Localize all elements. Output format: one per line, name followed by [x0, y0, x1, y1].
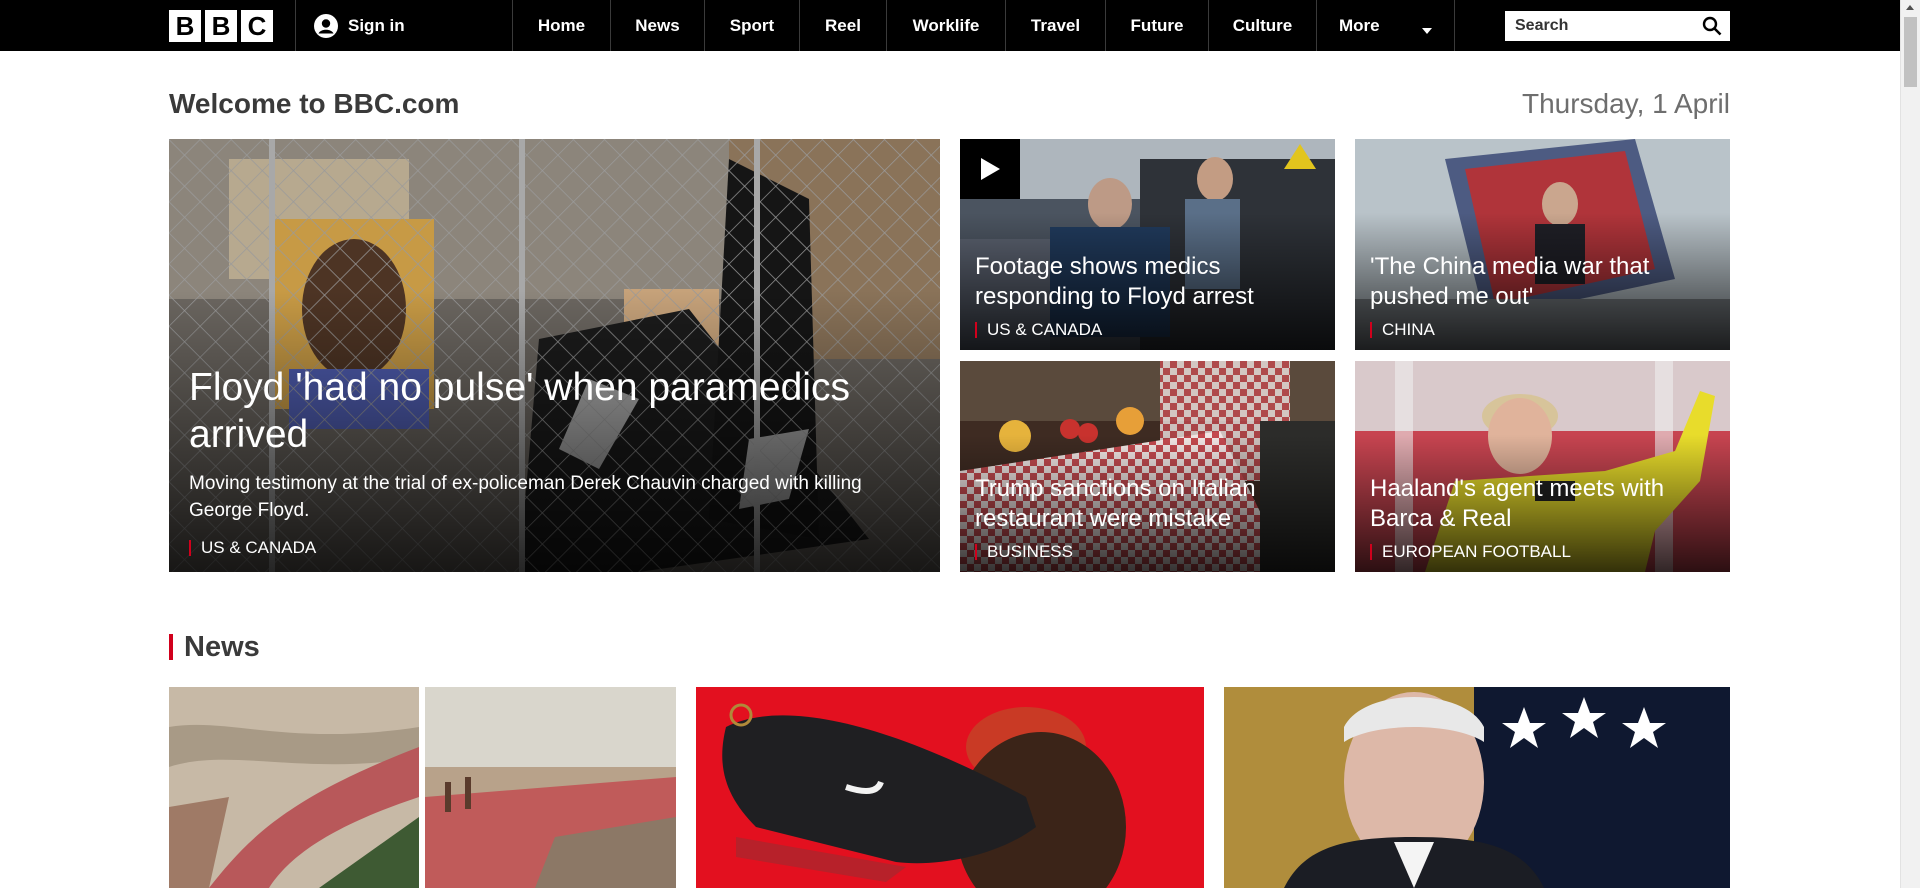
nav-item-label: Culture: [1232, 15, 1293, 35]
scroll-up-arrow-icon[interactable]: [1906, 5, 1914, 10]
lead-headline[interactable]: Floyd 'had no pulse' when paramedics arr…: [189, 364, 910, 458]
promo-headline[interactable]: Footage shows medics responding to Floyd…: [975, 252, 1320, 312]
nav-item-reel[interactable]: Reel: [800, 0, 887, 51]
nav-item-label: Reel: [825, 15, 861, 35]
search-box[interactable]: [1505, 11, 1730, 41]
sign-in-label: Sign in: [348, 15, 405, 35]
nav-item-label: Future: [1130, 15, 1184, 35]
nav-item-label: Home: [537, 15, 586, 35]
section-tag[interactable]: BUSINESS: [975, 543, 1320, 560]
nav-item-label: Worklife: [912, 15, 980, 35]
nav-item-news[interactable]: News: [611, 0, 705, 51]
nav-item-label: News: [635, 15, 680, 35]
promo-text: Footage shows medics responding to Floyd…: [975, 252, 1320, 338]
promo-story[interactable]: Footage shows medics responding to Floyd…: [960, 139, 1335, 350]
news-image[interactable]: [696, 687, 1204, 888]
nav-item-future[interactable]: Future: [1106, 0, 1209, 51]
nav-item-more[interactable]: More: [1317, 0, 1455, 51]
promo-text: 'The China media war that pushed me out'…: [1370, 252, 1715, 338]
nav-item-worklife[interactable]: Worklife: [887, 0, 1006, 51]
section-tag[interactable]: US & CANADA: [975, 321, 1320, 338]
nav-item-label: More: [1339, 15, 1380, 35]
nav-item-home[interactable]: Home: [513, 0, 611, 51]
chevron-down-icon: [1422, 20, 1432, 40]
news-section-heading[interactable]: News: [169, 633, 260, 662]
nav-item-travel[interactable]: Travel: [1006, 0, 1106, 51]
nav-item-sport[interactable]: Sport: [705, 0, 800, 51]
promo-headline[interactable]: Trump sanctions on Italian restaurant we…: [975, 474, 1320, 534]
nav-item-label: Sport: [729, 15, 775, 35]
logo-letter: C: [241, 10, 273, 42]
news-image[interactable]: [1224, 687, 1730, 888]
section-tag[interactable]: CHINA: [1370, 321, 1715, 338]
section-tag[interactable]: US & CANADA: [189, 539, 910, 556]
search-icon[interactable]: [1702, 16, 1722, 36]
promo-headline[interactable]: Haaland's agent meets with Barca & Real: [1370, 474, 1715, 534]
page-scrollbar[interactable]: [1900, 0, 1920, 888]
news-image[interactable]: [425, 687, 676, 888]
page-title: Welcome to BBC.com: [169, 88, 460, 119]
promo-story[interactable]: Trump sanctions on Italian restaurant we…: [960, 361, 1335, 572]
play-icon[interactable]: [960, 139, 1020, 199]
news-image[interactable]: [169, 687, 419, 888]
main-nav-menu: Home News Sport Reel Worklife Travel Fut…: [513, 0, 1455, 51]
current-date: Thursday, 1 April: [1521, 88, 1730, 119]
logo-letter: B: [205, 10, 237, 42]
search-input[interactable]: [1513, 16, 1702, 36]
user-icon: [314, 13, 338, 38]
lead-summary: Moving testimony at the trial of ex-poli…: [189, 473, 862, 521]
section-tag[interactable]: EUROPEAN FOOTBALL: [1370, 543, 1715, 560]
sign-in-link[interactable]: Sign in: [295, 0, 513, 51]
promo-story[interactable]: 'The China media war that pushed me out'…: [1355, 139, 1730, 350]
nav-item-label: Travel: [1030, 15, 1081, 35]
scrollbar-thumb[interactable]: [1904, 17, 1917, 87]
nav-item-culture[interactable]: Culture: [1209, 0, 1317, 51]
promo-text: Trump sanctions on Italian restaurant we…: [975, 474, 1320, 560]
bbc-logo[interactable]: B B C: [169, 10, 273, 42]
promo-text: Haaland's agent meets with Barca & Real …: [1370, 474, 1715, 560]
promo-story[interactable]: Haaland's agent meets with Barca & Real …: [1355, 361, 1730, 572]
top-navigation-bar: B B C Sign in Home News Sport Reel Workl…: [0, 0, 1900, 51]
lead-story[interactable]: Floyd 'had no pulse' when paramedics arr…: [169, 139, 940, 572]
logo-letter: B: [169, 10, 201, 42]
promo-headline[interactable]: 'The China media war that pushed me out': [1370, 252, 1715, 312]
lead-story-text: Floyd 'had no pulse' when paramedics arr…: [189, 364, 910, 556]
